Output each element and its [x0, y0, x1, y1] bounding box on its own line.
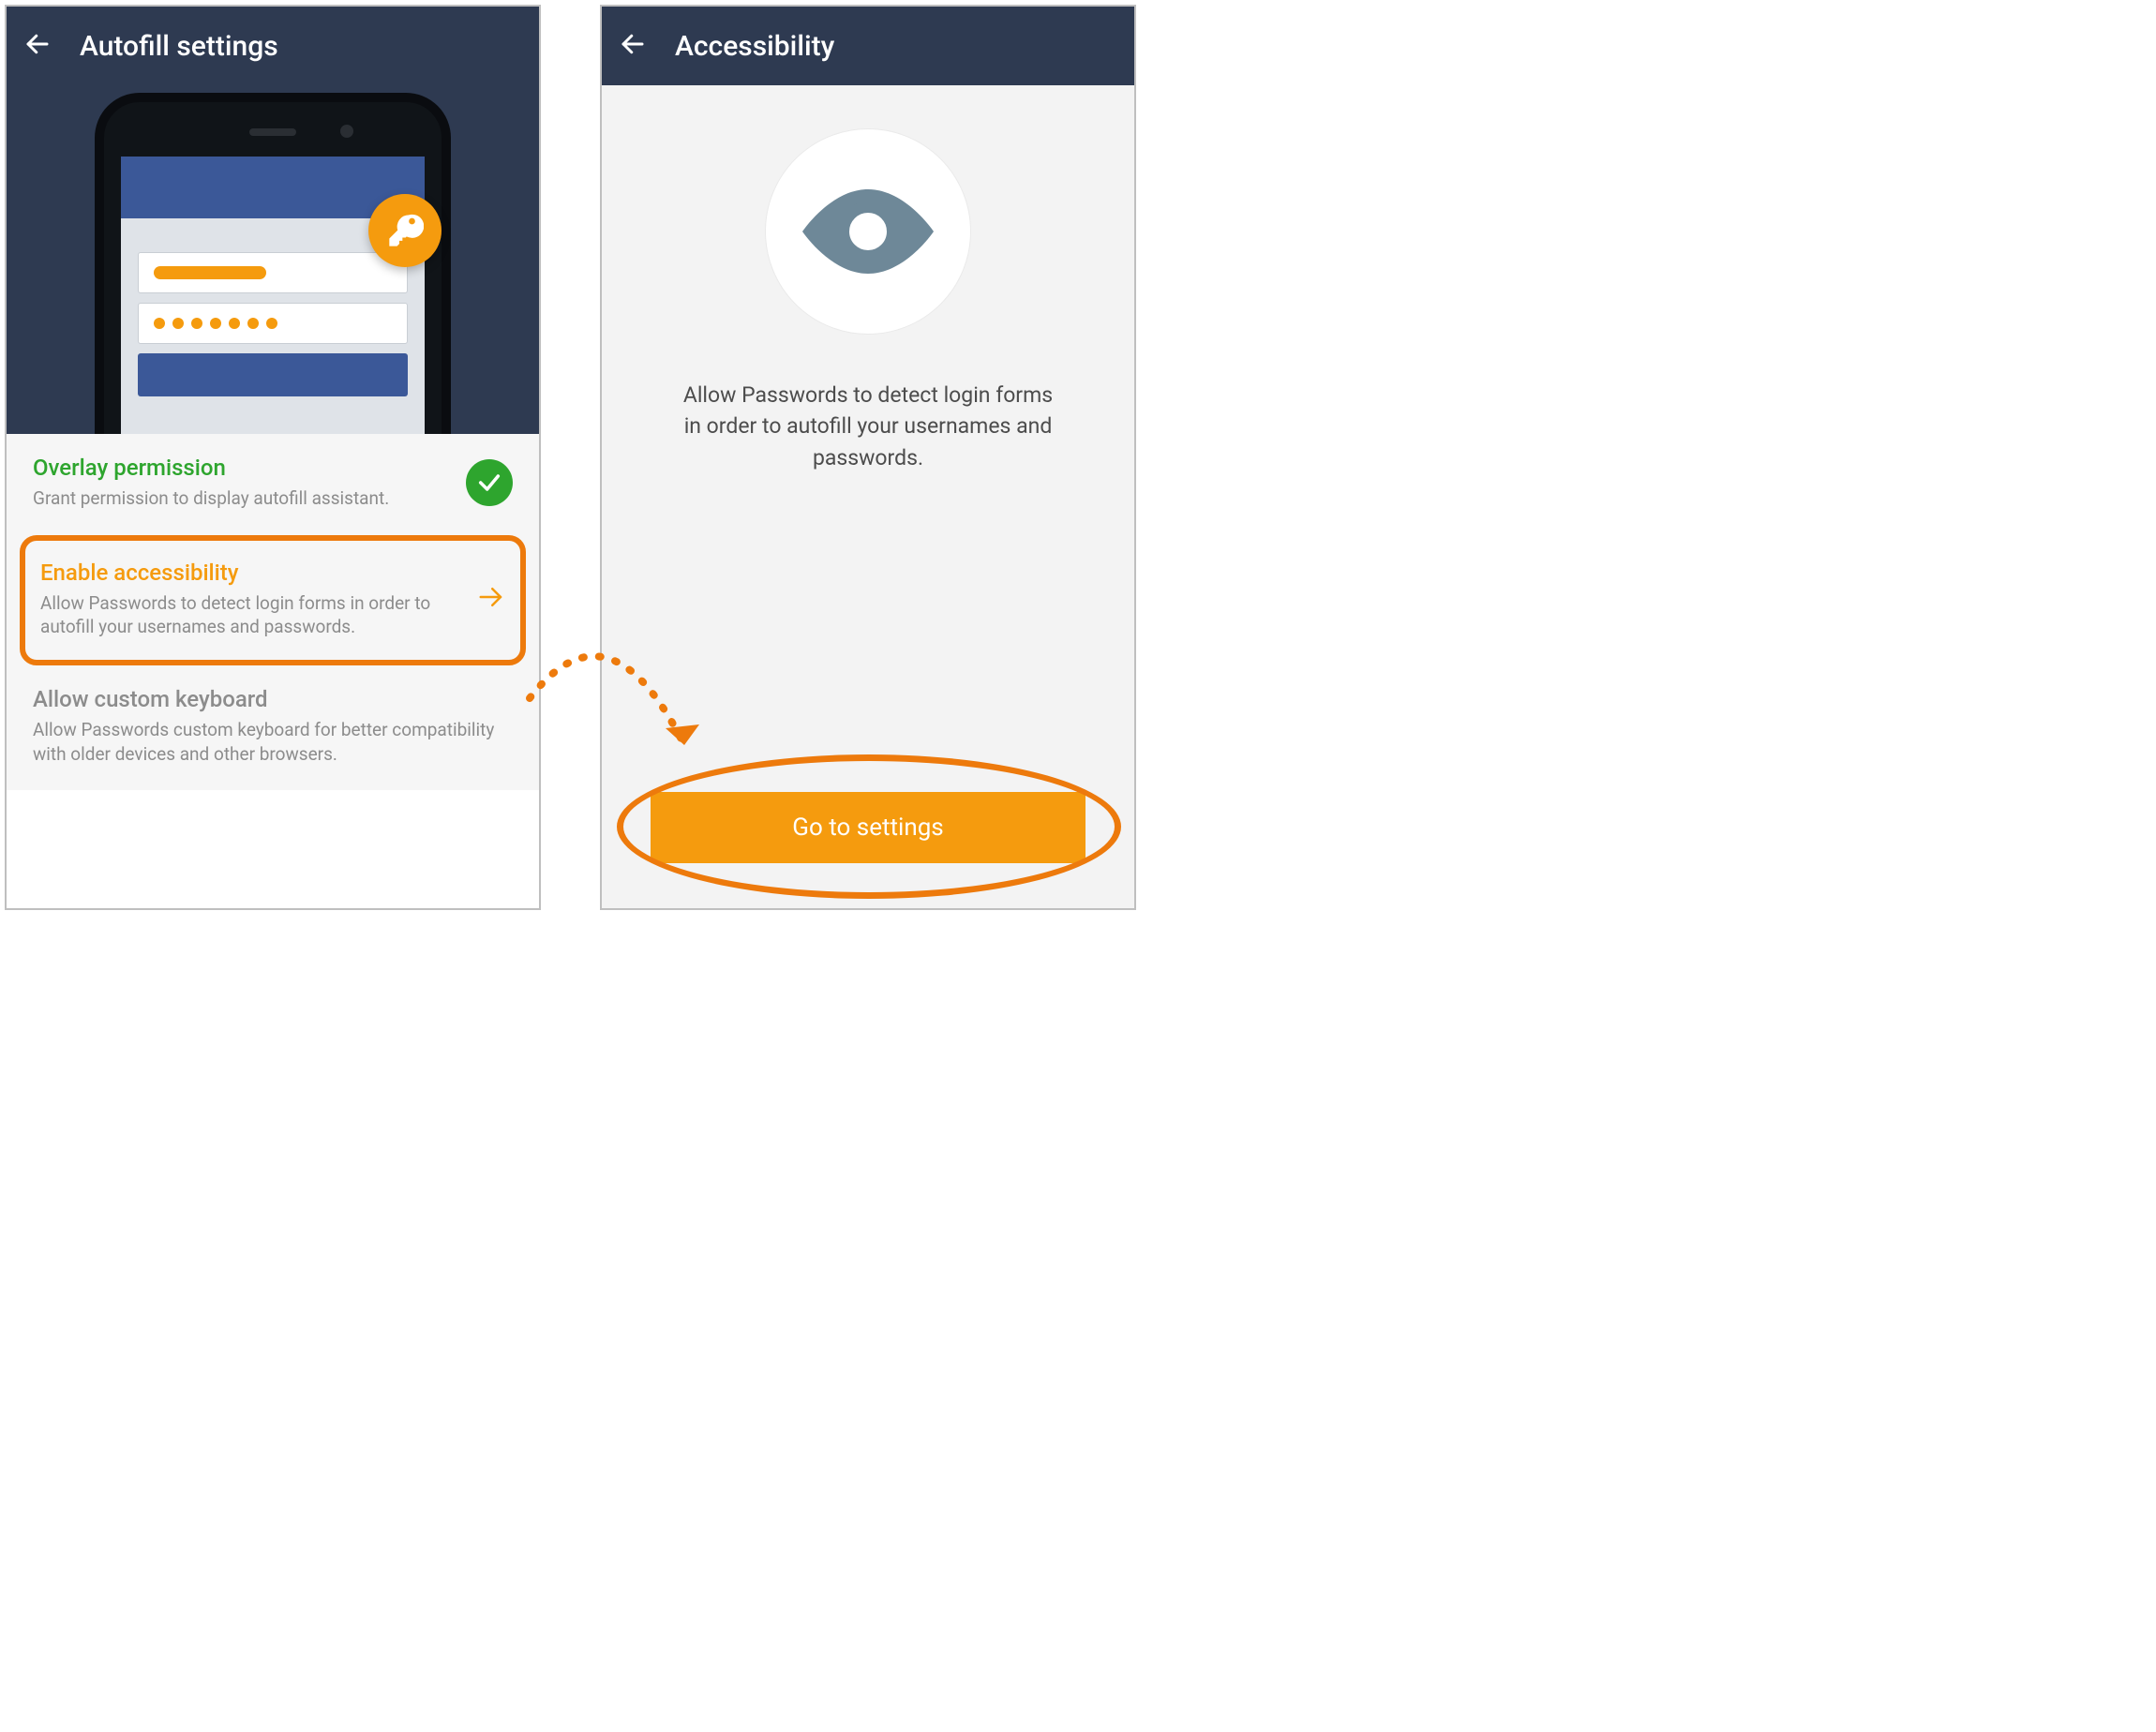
setting-title: Allow custom keyboard [33, 686, 513, 712]
setting-allow-custom-keyboard[interactable]: Allow custom keyboard Allow Passwords cu… [7, 665, 539, 790]
setting-desc: Grant permission to display autofill ass… [33, 486, 449, 511]
page-title: Autofill settings [80, 30, 278, 63]
highlight-enable-accessibility: Enable accessibility Allow Passwords to … [20, 535, 526, 665]
setting-overlay-permission[interactable]: Overlay permission Grant permission to d… [7, 434, 539, 535]
back-icon[interactable] [619, 30, 647, 62]
setting-title: Overlay permission [33, 455, 449, 481]
page-title: Accessibility [675, 30, 834, 63]
setting-desc: Allow Passwords custom keyboard for bett… [33, 718, 513, 766]
accessibility-body: Allow Passwords to detect login forms in… [602, 85, 1134, 908]
accessibility-screen: Accessibility Allow Passwords to detect … [600, 5, 1136, 910]
arrow-right-icon [477, 583, 505, 615]
hero-illustration [7, 85, 539, 434]
settings-list: Overlay permission Grant permission to d… [7, 434, 539, 790]
setting-desc: Allow Passwords to detect login forms in… [40, 591, 460, 639]
accessibility-desc: Allow Passwords to detect login forms in… [674, 380, 1062, 473]
check-icon [466, 459, 513, 506]
appbar: Accessibility [602, 7, 1134, 85]
appbar: Autofill settings [7, 7, 539, 85]
eye-icon [765, 128, 971, 335]
back-icon[interactable] [23, 30, 52, 62]
setting-title: Enable accessibility [40, 560, 460, 586]
autofill-settings-screen: Autofill settings Overlay permission Gra [5, 5, 541, 910]
go-to-settings-button[interactable]: Go to settings [651, 792, 1085, 863]
key-icon [368, 194, 442, 267]
setting-enable-accessibility[interactable]: Enable accessibility Allow Passwords to … [25, 541, 520, 660]
